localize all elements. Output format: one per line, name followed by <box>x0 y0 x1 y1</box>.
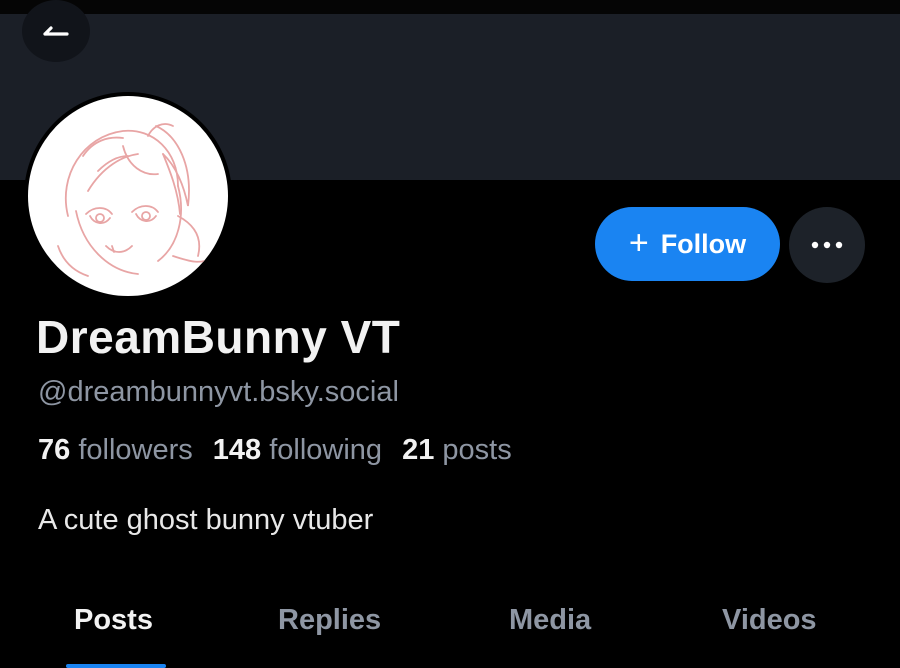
plus-icon: + <box>628 223 649 262</box>
more-options-button[interactable] <box>789 207 865 283</box>
profile-tabs: Posts Replies Media Videos <box>0 590 900 668</box>
profile-bio: A cute ghost bunny vtuber <box>38 504 374 536</box>
active-tab-indicator <box>66 664 166 668</box>
tab-videos[interactable]: Videos <box>722 604 817 637</box>
posts-count: 21 <box>402 434 435 466</box>
back-button[interactable] <box>22 0 90 62</box>
posts-label: posts <box>442 434 512 466</box>
avatar-image <box>28 96 228 296</box>
posts-stat: 21 posts <box>402 434 512 467</box>
following-stat[interactable]: 148 following <box>213 434 382 467</box>
tab-replies[interactable]: Replies <box>278 604 381 637</box>
follow-button[interactable]: + Follow <box>595 207 780 281</box>
display-name: DreamBunny VT <box>36 311 401 363</box>
tab-posts[interactable]: Posts <box>74 604 153 637</box>
following-label: following <box>269 434 383 466</box>
following-count: 148 <box>212 434 262 466</box>
followers-stat[interactable]: 76 followers <box>38 434 193 467</box>
ellipsis-icon <box>811 241 843 249</box>
followers-count: 76 <box>38 434 71 466</box>
follow-label: Follow <box>660 228 747 259</box>
tab-media[interactable]: Media <box>509 604 591 637</box>
arrow-left-icon <box>43 26 69 36</box>
handle: @dreambunnyvt.bsky.social <box>38 376 399 408</box>
followers-label: followers <box>78 434 193 466</box>
profile-stats: 76 followers 148 following 21 posts <box>38 434 512 467</box>
avatar[interactable] <box>24 92 232 300</box>
status-bar <box>0 0 900 14</box>
avatar-drawing <box>57 123 214 277</box>
